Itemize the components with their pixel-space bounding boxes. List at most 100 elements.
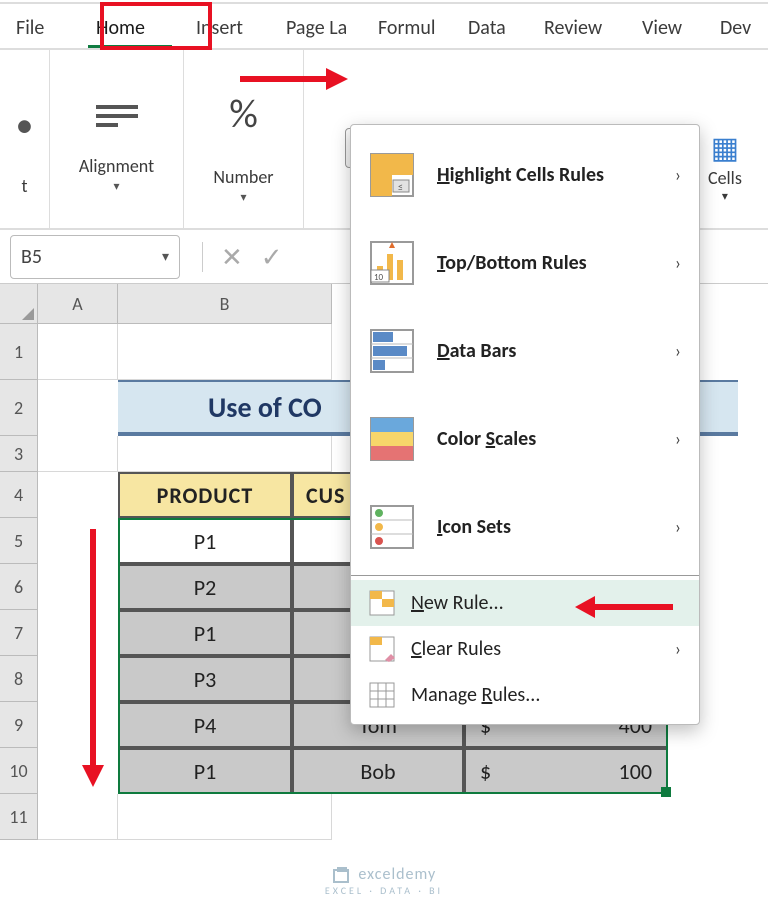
- alignment-label: Alignment: [79, 155, 154, 177]
- chevron-down-icon: ▾: [113, 179, 119, 194]
- align-center-icon: [96, 105, 138, 127]
- row-header[interactable]: 6: [0, 564, 38, 610]
- table-cell[interactable]: P2: [118, 564, 292, 610]
- menu-icon-sets[interactable]: Icon Sets ›: [351, 483, 699, 571]
- menu-separator: [351, 575, 699, 576]
- row-header[interactable]: 7: [0, 610, 38, 656]
- table-header-product[interactable]: PRODUCT: [118, 472, 292, 518]
- menu-label: Icon Sets: [437, 515, 511, 539]
- cell[interactable]: [38, 436, 118, 472]
- watermark-icon: [332, 866, 350, 884]
- menu-clear-rules[interactable]: Clear Rules ›: [351, 626, 699, 672]
- cells-icon: ▦: [711, 130, 739, 167]
- currency-symbol: $: [480, 758, 491, 785]
- accept-icon[interactable]: ✓: [261, 241, 283, 273]
- submenu-arrow-icon: ›: [675, 516, 681, 538]
- cell[interactable]: [38, 324, 118, 380]
- menu-label: Data Bars: [437, 339, 516, 363]
- cells-label: Cells: [708, 167, 742, 189]
- chevron-down-icon: ▾: [162, 248, 169, 265]
- ribbon-group-number[interactable]: % Number ▾: [184, 50, 304, 228]
- chevron-down-icon: ▾: [722, 189, 728, 204]
- submenu-arrow-icon: ›: [675, 340, 681, 362]
- menu-data-bars[interactable]: Data Bars ›: [351, 307, 699, 395]
- tab-formulas[interactable]: Formul: [362, 4, 452, 48]
- table-cell[interactable]: Bob: [292, 748, 464, 794]
- chevron-down-icon: ▾: [240, 190, 246, 205]
- col-header-a[interactable]: A: [38, 284, 118, 324]
- ribbon-group-font[interactable]: • t: [0, 50, 50, 228]
- percent-icon: %: [229, 89, 258, 138]
- cancel-icon[interactable]: ✕: [221, 241, 243, 273]
- cell[interactable]: [118, 794, 332, 840]
- table-cell[interactable]: P1: [118, 748, 292, 794]
- menu-label: Clear Rules: [411, 637, 501, 661]
- tab-file[interactable]: File: [0, 4, 80, 48]
- row-header[interactable]: 1: [0, 324, 38, 380]
- submenu-arrow-icon: ›: [675, 428, 681, 450]
- select-all-corner[interactable]: [0, 284, 38, 324]
- top-bottom-icon: 10: [369, 240, 415, 286]
- menu-label: Manage Rules...: [411, 683, 540, 707]
- submenu-arrow-icon: ›: [675, 164, 681, 186]
- cell[interactable]: [118, 324, 332, 380]
- row-header[interactable]: 3: [0, 436, 38, 472]
- row-header[interactable]: 8: [0, 656, 38, 702]
- table-cell[interactable]: P3: [118, 656, 292, 702]
- column-headers: A B: [38, 284, 332, 324]
- watermark-sub: EXCEL · DATA · BI: [0, 884, 768, 897]
- menu-label: Color Scales: [437, 427, 536, 451]
- font-group-label: t: [21, 175, 27, 197]
- data-bars-icon: [369, 328, 415, 374]
- watermark-text: exceldemy: [358, 865, 436, 884]
- manage-rules-icon: [369, 682, 395, 708]
- menu-highlight-cells-rules[interactable]: ≤ Highlight Cells Rules ›: [351, 131, 699, 219]
- color-scales-icon: [369, 416, 415, 462]
- ribbon-tabs: File Home Insert Page La Formul Data Rev…: [0, 2, 768, 50]
- tab-page-layout[interactable]: Page La: [270, 4, 362, 48]
- tab-developer[interactable]: Dev: [704, 4, 764, 48]
- tab-home[interactable]: Home: [80, 4, 180, 48]
- cell[interactable]: [118, 436, 332, 472]
- row-header[interactable]: 10: [0, 748, 38, 794]
- tab-insert[interactable]: Insert: [180, 4, 270, 48]
- svg-text:≤: ≤: [398, 180, 403, 193]
- row-header[interactable]: 2: [0, 380, 38, 436]
- amount: 100: [619, 758, 652, 785]
- ribbon-group-alignment[interactable]: Alignment ▾: [50, 50, 184, 228]
- col-header-b[interactable]: B: [118, 284, 332, 324]
- tab-data[interactable]: Data: [452, 4, 528, 48]
- table-cell[interactable]: $ 100: [464, 748, 668, 794]
- menu-label: New Rule...: [411, 591, 504, 615]
- table-cell[interactable]: P1: [118, 518, 292, 564]
- table-cell[interactable]: P4: [118, 702, 292, 748]
- tab-view[interactable]: View: [626, 4, 704, 48]
- row-header[interactable]: 4: [0, 472, 38, 518]
- row-header[interactable]: 11: [0, 794, 38, 840]
- row-headers: 1 2 3 4 5 6 7 8 9 10 11: [0, 324, 38, 840]
- watermark: exceldemy EXCEL · DATA · BI: [0, 865, 768, 897]
- menu-color-scales[interactable]: Color Scales ›: [351, 395, 699, 483]
- formula-bar-icons: ✕ ✓: [202, 241, 283, 273]
- name-box[interactable]: B5 ▾: [10, 235, 180, 279]
- menu-top-bottom-rules[interactable]: 10 Top/Bottom Rules ›: [351, 219, 699, 307]
- number-label: Number: [213, 166, 273, 188]
- clear-rules-icon: [369, 636, 395, 662]
- highlight-cells-icon: ≤: [369, 152, 415, 198]
- submenu-arrow-icon: ›: [675, 252, 681, 274]
- conditional-formatting-menu: ≤ Highlight Cells Rules › 10 Top/Bottom …: [350, 124, 700, 725]
- new-rule-icon: [369, 590, 395, 616]
- menu-label: Top/Bottom Rules: [437, 251, 587, 275]
- menu-label: Highlight Cells Rules: [437, 163, 604, 187]
- table-cell[interactable]: P1: [118, 610, 292, 656]
- name-box-value: B5: [21, 245, 42, 269]
- row-header[interactable]: 9: [0, 702, 38, 748]
- ribbon-group-cells[interactable]: ▦ Cells ▾: [708, 130, 742, 204]
- submenu-arrow-icon: ›: [675, 638, 681, 660]
- icon-sets-icon: [369, 504, 415, 550]
- row-header[interactable]: 5: [0, 518, 38, 564]
- menu-manage-rules[interactable]: Manage Rules...: [351, 672, 699, 718]
- menu-new-rule[interactable]: New Rule...: [351, 580, 699, 626]
- cell[interactable]: [38, 794, 118, 840]
- tab-review[interactable]: Review: [528, 4, 626, 48]
